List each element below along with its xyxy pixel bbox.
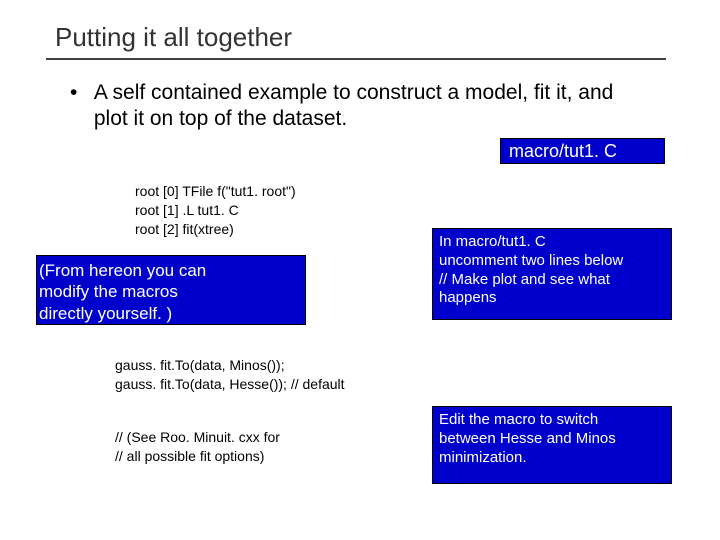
note-line: In macro/tut1. C — [439, 233, 665, 252]
note-line: directly yourself. ) — [39, 303, 299, 324]
note-line: (From hereon you can — [39, 260, 299, 281]
note-line: // Make plot and see what — [439, 271, 665, 290]
code-block-comment: // (See Roo. Minuit. cxx for // all poss… — [115, 428, 280, 466]
slide-title: Putting it all together — [55, 22, 292, 53]
code-line: // (See Roo. Minuit. cxx for — [115, 428, 280, 447]
macro-path-badge: macro/tut1. C — [500, 138, 665, 164]
code-line: root [2] fit(xtree) — [135, 220, 296, 239]
bullet-item: • A self contained example to construct … — [70, 80, 660, 133]
note-line: happens — [439, 289, 665, 308]
bullet-text: A self contained example to construct a … — [94, 80, 634, 133]
note-line: uncomment two lines below — [439, 252, 665, 271]
code-line: gauss. fit.To(data, Minos()); — [115, 356, 345, 375]
macro-path-label: macro/tut1. C — [509, 141, 617, 162]
note-line: modify the macros — [39, 281, 299, 302]
code-line: gauss. fit.To(data, Hesse()); // default — [115, 375, 345, 394]
code-block-fit-calls: gauss. fit.To(data, Minos()); gauss. fit… — [115, 356, 345, 394]
note-line: between Hesse and Minos — [439, 430, 665, 449]
note-line: minimization. — [439, 449, 665, 468]
bullet-dot: • — [70, 80, 88, 106]
note-edit-macro: Edit the macro to switch between Hesse a… — [432, 406, 672, 484]
note-uncomment-lines: In macro/tut1. C uncomment two lines bel… — [432, 228, 672, 320]
code-block-root-commands: root [0] TFile f("tut1. root") root [1] … — [135, 182, 296, 239]
note-line: Edit the macro to switch — [439, 411, 665, 430]
slide: Putting it all together • A self contain… — [0, 0, 720, 540]
title-underline — [46, 58, 666, 60]
code-line: // all possible fit options) — [115, 447, 280, 466]
code-line: root [0] TFile f("tut1. root") — [135, 182, 296, 201]
code-line: root [1] .L tut1. C — [135, 201, 296, 220]
note-modify-macros: (From hereon you can modify the macros d… — [36, 255, 306, 325]
